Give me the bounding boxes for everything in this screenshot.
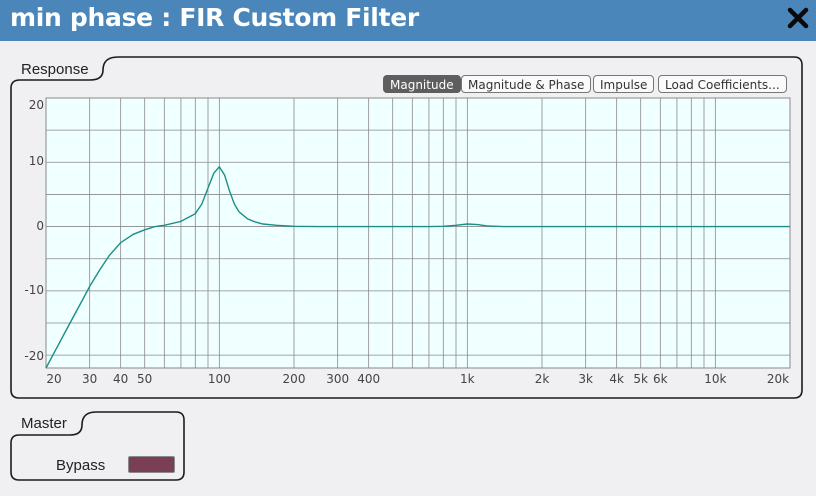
y-tick-label: 10 (28, 154, 44, 169)
x-tick-label: 2k (534, 372, 550, 386)
x-tick-label: 1k (460, 372, 475, 386)
bypass-button[interactable] (128, 456, 175, 473)
plot-area (45, 97, 791, 369)
x-tick-label: 40 (113, 372, 129, 386)
y-tick-label: 20 (28, 98, 44, 112)
y-tick-label: -20 (24, 349, 44, 364)
bypass-label: Bypass (56, 457, 106, 474)
x-tick-label: 30 (82, 372, 98, 386)
x-tick-label: 6k (653, 372, 668, 386)
x-tick-label: 3k (578, 372, 593, 386)
x-tick-label: 10k (704, 372, 727, 386)
x-tick-label: 20 (46, 372, 62, 386)
x-tick-label: 300 (326, 372, 350, 386)
response-plot (45, 97, 791, 369)
x-tick-label: 4k (609, 372, 624, 386)
x-tick-label: 5k (633, 372, 648, 386)
x-tick-label: 50 (137, 372, 153, 386)
x-tick-label: 100 (207, 372, 231, 386)
x-tick-label: 400 (357, 372, 381, 386)
master-group-label: Master (21, 415, 67, 432)
x-tick-label: 20k (766, 372, 790, 386)
x-tick-label: 200 (282, 372, 306, 386)
y-tick-label: 0 (36, 218, 44, 233)
y-tick-label: -10 (24, 282, 44, 297)
